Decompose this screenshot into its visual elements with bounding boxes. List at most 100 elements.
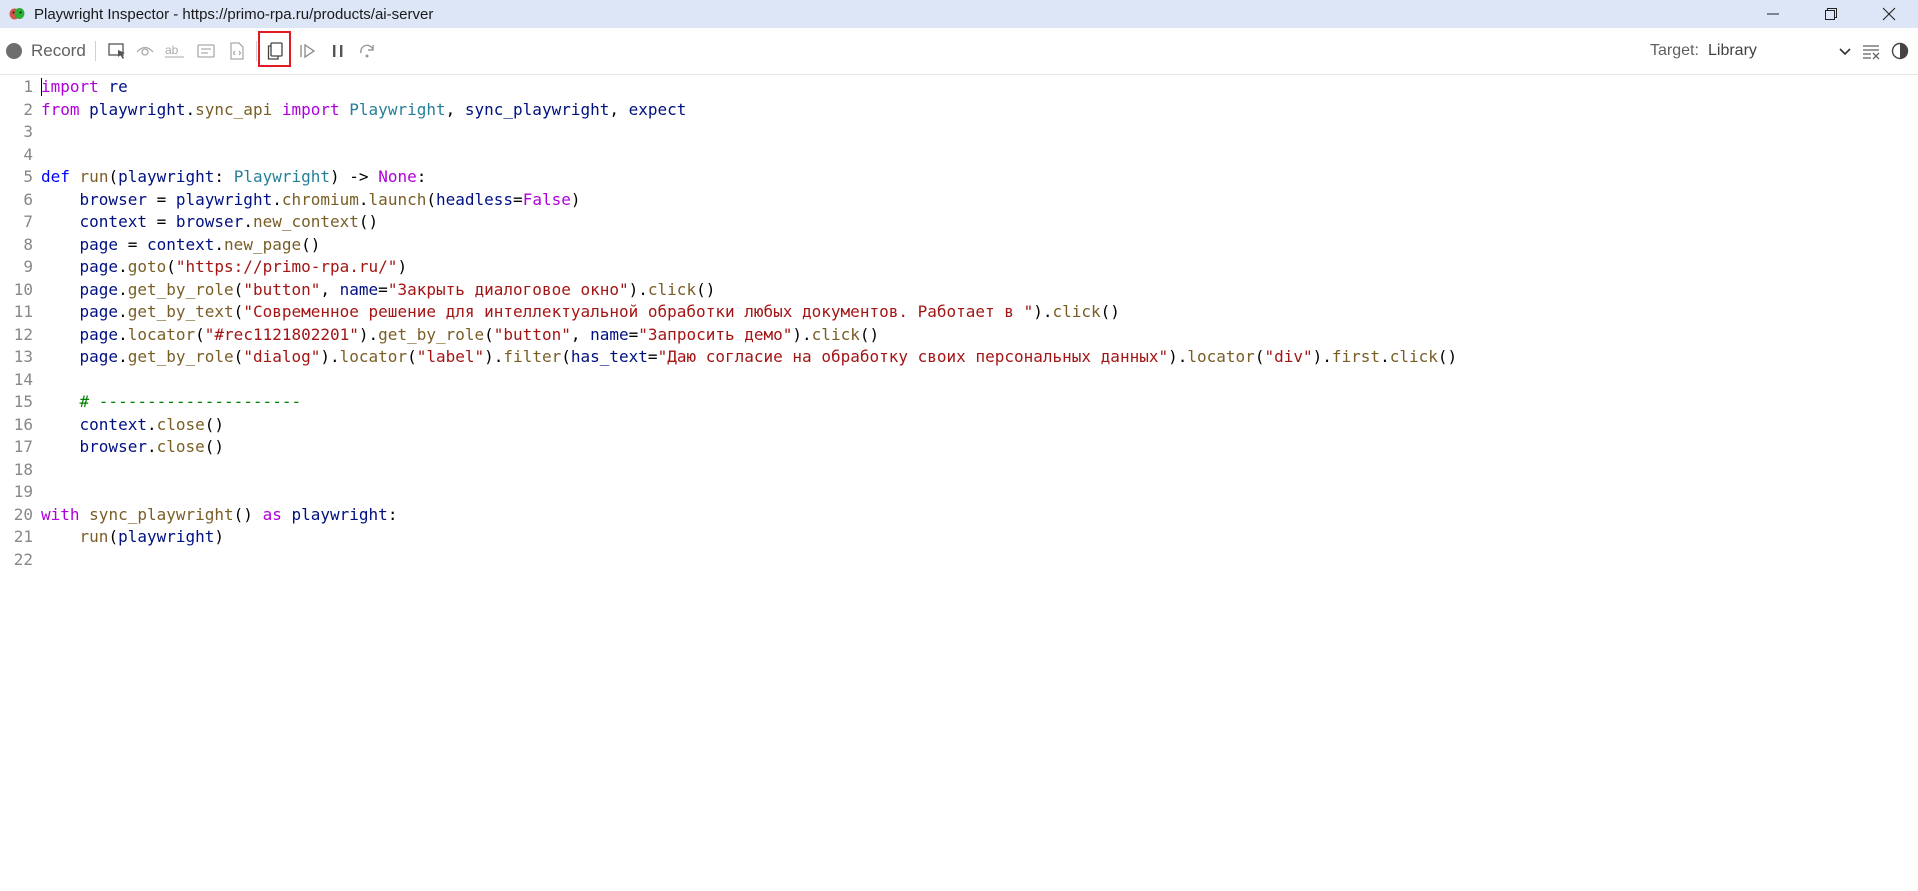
code-token: "Современное решение для интеллектуально… (243, 302, 1034, 321)
code-token: click (1389, 347, 1438, 366)
restore-button[interactable] (1802, 0, 1860, 28)
code-token: new_context (252, 212, 359, 231)
code-token: ). (1033, 302, 1053, 321)
code-token: , (609, 99, 629, 119)
clear-button[interactable] (1860, 39, 1882, 63)
code-line: 22 (0, 549, 1918, 572)
code-token: run (79, 167, 109, 186)
code-token: : (214, 167, 234, 186)
window-controls (1744, 0, 1918, 28)
assert-visibility-button[interactable] (134, 39, 156, 63)
code-editor[interactable]: 1 import re 2 from playwright.sync_api impo… (0, 75, 1918, 891)
code-token: ( (233, 347, 244, 366)
code-token: page (79, 257, 119, 276)
code-token: playwright (118, 167, 215, 186)
line-number: 11 (13, 302, 33, 321)
code-token: expect (628, 99, 687, 119)
toolbar-divider (256, 41, 257, 61)
code-token: . (243, 212, 253, 231)
code-token: . (118, 324, 128, 344)
code-token: first (1331, 347, 1381, 366)
clear-icon (1863, 45, 1880, 60)
code-token: # --------------------- (79, 392, 302, 411)
code-text: with sync_playwright() as playwright: (41, 504, 397, 527)
code-token: () (859, 324, 880, 344)
code-token: browser (79, 189, 147, 209)
pause-button[interactable] (327, 39, 349, 63)
code-token: ( (233, 302, 244, 321)
target-select[interactable]: Library (1708, 34, 1852, 68)
code-text: def run(playwright: Playwright) -> None: (41, 166, 426, 189)
code-token: "#rec1121802201" (204, 324, 359, 344)
code-text: run(playwright) (41, 526, 225, 549)
code-line: 20 with sync_playwright() as playwright: (0, 504, 1918, 527)
target-select-value: Library (1708, 42, 1757, 59)
code-text: page.goto("https://primo-rpa.ru/") (41, 256, 408, 279)
code-line: 2 from playwright.sync_api import Playwri… (0, 99, 1918, 122)
line-number: 14 (13, 369, 33, 389)
playwright-logo-icon (9, 6, 25, 22)
code-token: . (214, 234, 225, 254)
code-token: locator (127, 324, 196, 344)
assert-snapshot-icon (230, 42, 244, 60)
code-line: 4 (0, 144, 1918, 167)
code-token: playwright (175, 189, 273, 209)
line-number: 13 (13, 347, 33, 366)
theme-toggle-button[interactable] (1889, 39, 1911, 63)
code-token: get_by_text (127, 302, 234, 321)
code-token: close (156, 414, 205, 434)
resume-button[interactable] (297, 39, 319, 63)
assert-text-button[interactable]: ab (164, 39, 186, 63)
record-label: Record (31, 41, 86, 60)
code-token: name (590, 324, 629, 344)
code-token: () (204, 414, 225, 434)
code-token: . (118, 347, 128, 366)
code-line: 11 page.get_by_text("Современное решение… (0, 301, 1918, 324)
code-token: ) (570, 189, 581, 209)
line-number: 10 (13, 279, 33, 299)
code-token: . (146, 437, 157, 456)
line-number: 16 (13, 414, 33, 434)
assert-value-button[interactable] (195, 39, 217, 63)
code-token: () (233, 504, 263, 524)
code-token: () (696, 279, 716, 299)
code-token: ). (484, 347, 504, 366)
code-token: ( (1254, 347, 1265, 366)
assert-snapshot-button[interactable] (226, 39, 248, 63)
code-line: 14 (0, 369, 1918, 392)
code-token: click (1052, 302, 1101, 321)
code-token: page (79, 234, 119, 254)
pick-locator-button[interactable] (106, 39, 128, 63)
code-token: close (156, 437, 205, 456)
code-token: . (272, 189, 282, 209)
code-token: "button" (493, 324, 571, 344)
code-token: () (358, 212, 379, 231)
record-button[interactable]: Record (6, 28, 86, 74)
code-text: from playwright.sync_api import Playwrig… (41, 99, 686, 122)
close-button[interactable] (1860, 0, 1918, 28)
chevron-down-icon (1839, 48, 1851, 56)
code-token: get_by_role (127, 279, 234, 299)
restore-icon (1825, 8, 1837, 20)
code-token: ) -> (330, 167, 379, 186)
code-token: context (79, 414, 147, 434)
code-line: 1 import re (0, 76, 1918, 99)
code-token: ). (320, 347, 340, 366)
code-token: ) (214, 527, 225, 546)
code-token: , (570, 324, 591, 344)
code-text: import re (41, 76, 128, 99)
step-over-button[interactable] (356, 39, 378, 63)
code-token: ( (561, 347, 571, 366)
minimize-button[interactable] (1744, 0, 1802, 28)
code-token: . (118, 257, 128, 276)
